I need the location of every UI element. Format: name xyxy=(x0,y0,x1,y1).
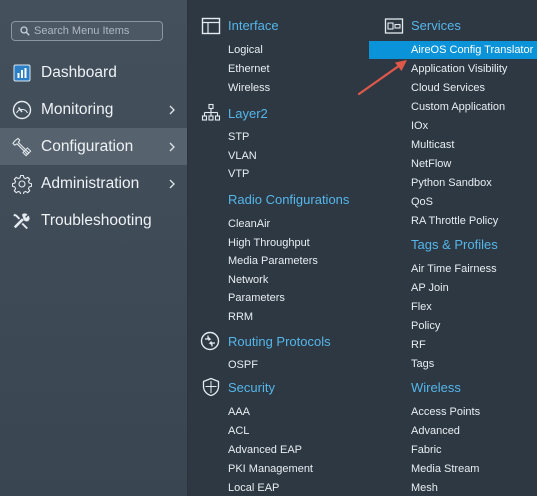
gear-icon xyxy=(12,174,32,194)
menu-item-iox[interactable]: IOx xyxy=(411,120,428,132)
search-box[interactable] xyxy=(11,21,163,41)
menu-item-custom-application[interactable]: Custom Application xyxy=(411,101,505,113)
menu-item-wireless-interface[interactable]: Wireless xyxy=(228,82,270,94)
sidebar-item-label: Dashboard xyxy=(41,63,117,81)
sidebar-item-monitoring[interactable]: Monitoring xyxy=(0,91,187,128)
menu-item-access-points[interactable]: Access Points xyxy=(411,406,480,418)
wrench-icon xyxy=(12,137,32,157)
menu-item-acl[interactable]: ACL xyxy=(228,425,249,437)
menu-item-logical[interactable]: Logical xyxy=(228,44,263,56)
menu-item-pki-management[interactable]: PKI Management xyxy=(228,463,313,475)
section-wireless: Wireless xyxy=(411,380,461,395)
menu-item-stp[interactable]: STP xyxy=(228,131,249,143)
menu-item-vtp[interactable]: VTP xyxy=(228,168,249,180)
menu-item-policy[interactable]: Policy xyxy=(411,320,440,332)
gauge-icon xyxy=(12,100,32,120)
chevron-right-icon xyxy=(169,179,175,188)
chevron-right-icon xyxy=(169,105,175,114)
sidebar-item-dashboard[interactable]: Dashboard xyxy=(0,54,187,91)
menu-item-ra-throttle-policy[interactable]: RA Throttle Policy xyxy=(411,215,498,227)
menu-item-python-sandbox[interactable]: Python Sandbox xyxy=(411,177,492,189)
menu-item-advanced[interactable]: Advanced xyxy=(411,425,460,437)
section-interface: Interface xyxy=(228,18,279,33)
section-layer2: Layer2 xyxy=(228,106,268,121)
menu-item-fabric[interactable]: Fabric xyxy=(411,444,442,456)
sidebar-item-label: Troubleshooting xyxy=(41,211,152,229)
menu-item-ethernet[interactable]: Ethernet xyxy=(228,63,270,75)
menu-item-rf[interactable]: RF xyxy=(411,339,426,351)
menu-item-tags[interactable]: Tags xyxy=(411,358,434,370)
menu-item-advanced-eap[interactable]: Advanced EAP xyxy=(228,444,302,456)
menu-item-qos[interactable]: QoS xyxy=(411,196,433,208)
routing-icon xyxy=(200,331,220,351)
section-services: Services xyxy=(411,18,461,33)
sidebar-item-label: Configuration xyxy=(41,137,134,155)
sidebar-nav: Dashboard Monitoring Configuration xyxy=(0,0,188,496)
menu-item-aireos-config-translator[interactable]: AireOS Config Translator xyxy=(411,44,533,56)
menu-item-local-eap[interactable]: Local EAP xyxy=(228,482,279,494)
menu-item-application-visibility[interactable]: Application Visibility xyxy=(411,63,507,75)
services-icon xyxy=(384,18,404,34)
menu-item-high-throughput[interactable]: High Throughput xyxy=(228,237,310,249)
menu-item-network[interactable]: Network xyxy=(228,274,268,286)
network-topology-icon xyxy=(201,103,221,121)
menu-item-ap-join[interactable]: AP Join xyxy=(411,282,449,294)
search-input[interactable] xyxy=(34,25,154,37)
menu-item-ospf[interactable]: OSPF xyxy=(228,359,258,371)
menu-item-multicast[interactable]: Multicast xyxy=(411,139,454,151)
section-routing-protocols: Routing Protocols xyxy=(228,334,331,349)
annotation-arrow-icon xyxy=(357,60,407,96)
chevron-right-icon xyxy=(169,142,175,151)
menu-item-cleanair[interactable]: CleanAir xyxy=(228,218,270,230)
sidebar-item-configuration[interactable]: Configuration xyxy=(0,128,187,165)
menu-item-flex[interactable]: Flex xyxy=(411,301,432,313)
sidebar-item-troubleshooting[interactable]: Troubleshooting xyxy=(0,202,187,239)
sidebar-item-label: Monitoring xyxy=(41,100,114,118)
menu-item-air-time-fairness[interactable]: Air Time Fairness xyxy=(411,263,497,275)
menu-item-vlan[interactable]: VLAN xyxy=(228,150,257,162)
section-security: Security xyxy=(228,380,275,395)
shield-icon xyxy=(202,377,220,397)
menu-item-aaa[interactable]: AAA xyxy=(228,406,250,418)
search-icon xyxy=(20,26,30,36)
menu-item-media-stream[interactable]: Media Stream xyxy=(411,463,479,475)
dashboard-icon xyxy=(12,63,32,83)
menu-item-netflow[interactable]: NetFlow xyxy=(411,158,451,170)
section-tags-profiles: Tags & Profiles xyxy=(411,237,498,252)
interface-icon xyxy=(201,17,221,35)
menu-item-mesh[interactable]: Mesh xyxy=(411,482,438,494)
sidebar-item-label: Administration xyxy=(41,174,140,192)
menu-item-media-parameters[interactable]: Media Parameters xyxy=(228,255,318,267)
menu-item-cloud-services[interactable]: Cloud Services xyxy=(411,82,485,94)
tools-icon xyxy=(12,211,32,231)
sidebar-item-administration[interactable]: Administration xyxy=(0,165,187,202)
section-radio-configurations: Radio Configurations xyxy=(228,192,350,207)
menu-item-rrm[interactable]: RRM xyxy=(228,311,253,323)
menu-item-parameters[interactable]: Parameters xyxy=(228,292,285,304)
